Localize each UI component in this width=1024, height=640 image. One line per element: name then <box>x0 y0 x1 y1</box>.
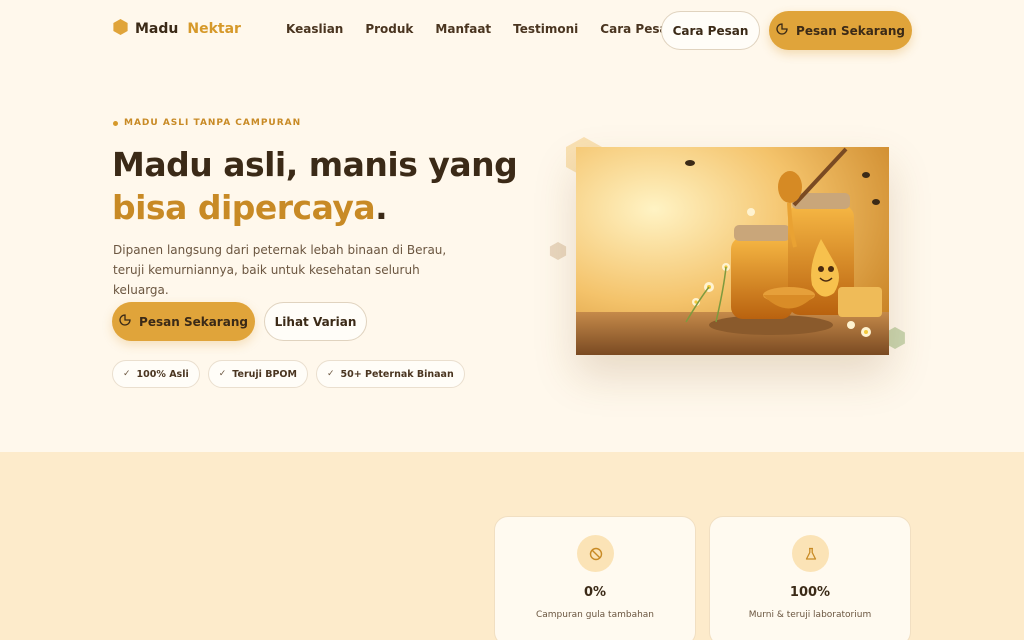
hexagon-icon <box>113 19 128 39</box>
brand-name-second: Nektar <box>187 21 241 37</box>
hexagon-decor-icon <box>549 242 567 260</box>
hero-honey-image <box>576 147 889 355</box>
check-icon: ✓ <box>326 369 335 379</box>
stat-value: 100% <box>789 585 831 600</box>
hero-variants-label: Lihat Varian <box>274 314 357 329</box>
hero-title-period: . <box>375 188 388 227</box>
nav-link-testimoni[interactable]: Testimoni <box>513 22 578 36</box>
order-icon <box>119 314 131 329</box>
nav-menu: Keaslian Produk Manfaat Testimoni Cara P… <box>286 22 676 36</box>
no-sign-icon <box>577 535 614 572</box>
trust-badges: ✓ 100% Asli ✓ Teruji BPOM ✓ 50+ Peternak… <box>112 360 465 388</box>
brand-name-first: Madu <box>135 21 179 37</box>
eyebrow-dot <box>113 120 118 126</box>
nav-cara-pesan-label: Cara Pesan <box>672 23 749 38</box>
badge-label: Teruji BPOM <box>232 368 297 380</box>
stat-caption: Campuran gula tambahan <box>535 610 655 620</box>
hero-variants-button[interactable]: Lihat Varian <box>264 302 367 341</box>
nav-cara-pesan-button[interactable]: Cara Pesan <box>661 11 760 50</box>
hero-lead: Dipanen langsung dari peternak lebah bin… <box>113 243 447 297</box>
nav-order-label: Pesan Sekarang <box>796 23 905 38</box>
order-icon <box>776 23 788 38</box>
flask-icon <box>792 535 829 572</box>
nav-link-produk[interactable]: Produk <box>365 22 413 36</box>
badge-label: 100% Asli <box>136 368 189 380</box>
hero-title-line1: Madu asli, manis yang <box>112 145 518 184</box>
honey-illustration <box>576 147 889 355</box>
hero-title: Madu asli, manis yang bisa dipercaya. <box>112 143 532 229</box>
nav-link-keaslian[interactable]: Keaslian <box>286 22 343 36</box>
stat-caption: Murni & teruji laboratorium <box>748 610 872 620</box>
hero-eyebrow: MADU ASLI TANPA CAMPURAN <box>113 118 301 128</box>
badge-bpom: ✓ Teruji BPOM <box>207 360 308 388</box>
check-icon: ✓ <box>123 369 131 379</box>
eyebrow-text: MADU ASLI TANPA CAMPURAN <box>124 118 302 128</box>
badge-label: 50+ Peternak Binaan <box>340 368 454 380</box>
stat-card-pure: 100% Murni & teruji laboratorium <box>709 516 911 640</box>
nav-link-manfaat[interactable]: Manfaat <box>435 22 491 36</box>
badge-peternak: ✓ 50+ Peternak Binaan <box>315 360 465 388</box>
hero-order-label: Pesan Sekarang <box>139 314 248 329</box>
top-nav: Madu Nektar Keaslian Produk Manfaat Test… <box>0 0 1024 60</box>
stat-card-no-sugar: 0% Campuran gula tambahan <box>494 516 696 640</box>
nav-order-button[interactable]: Pesan Sekarang <box>769 11 912 50</box>
brand-logo[interactable]: Madu Nektar <box>113 19 241 39</box>
hero-title-accent: bisa dipercaya <box>112 188 376 227</box>
badge-asli: ✓ 100% Asli <box>112 360 200 388</box>
stat-value: 0% <box>583 585 607 600</box>
check-icon: ✓ <box>218 369 227 379</box>
hero-order-button[interactable]: Pesan Sekarang <box>112 302 255 341</box>
